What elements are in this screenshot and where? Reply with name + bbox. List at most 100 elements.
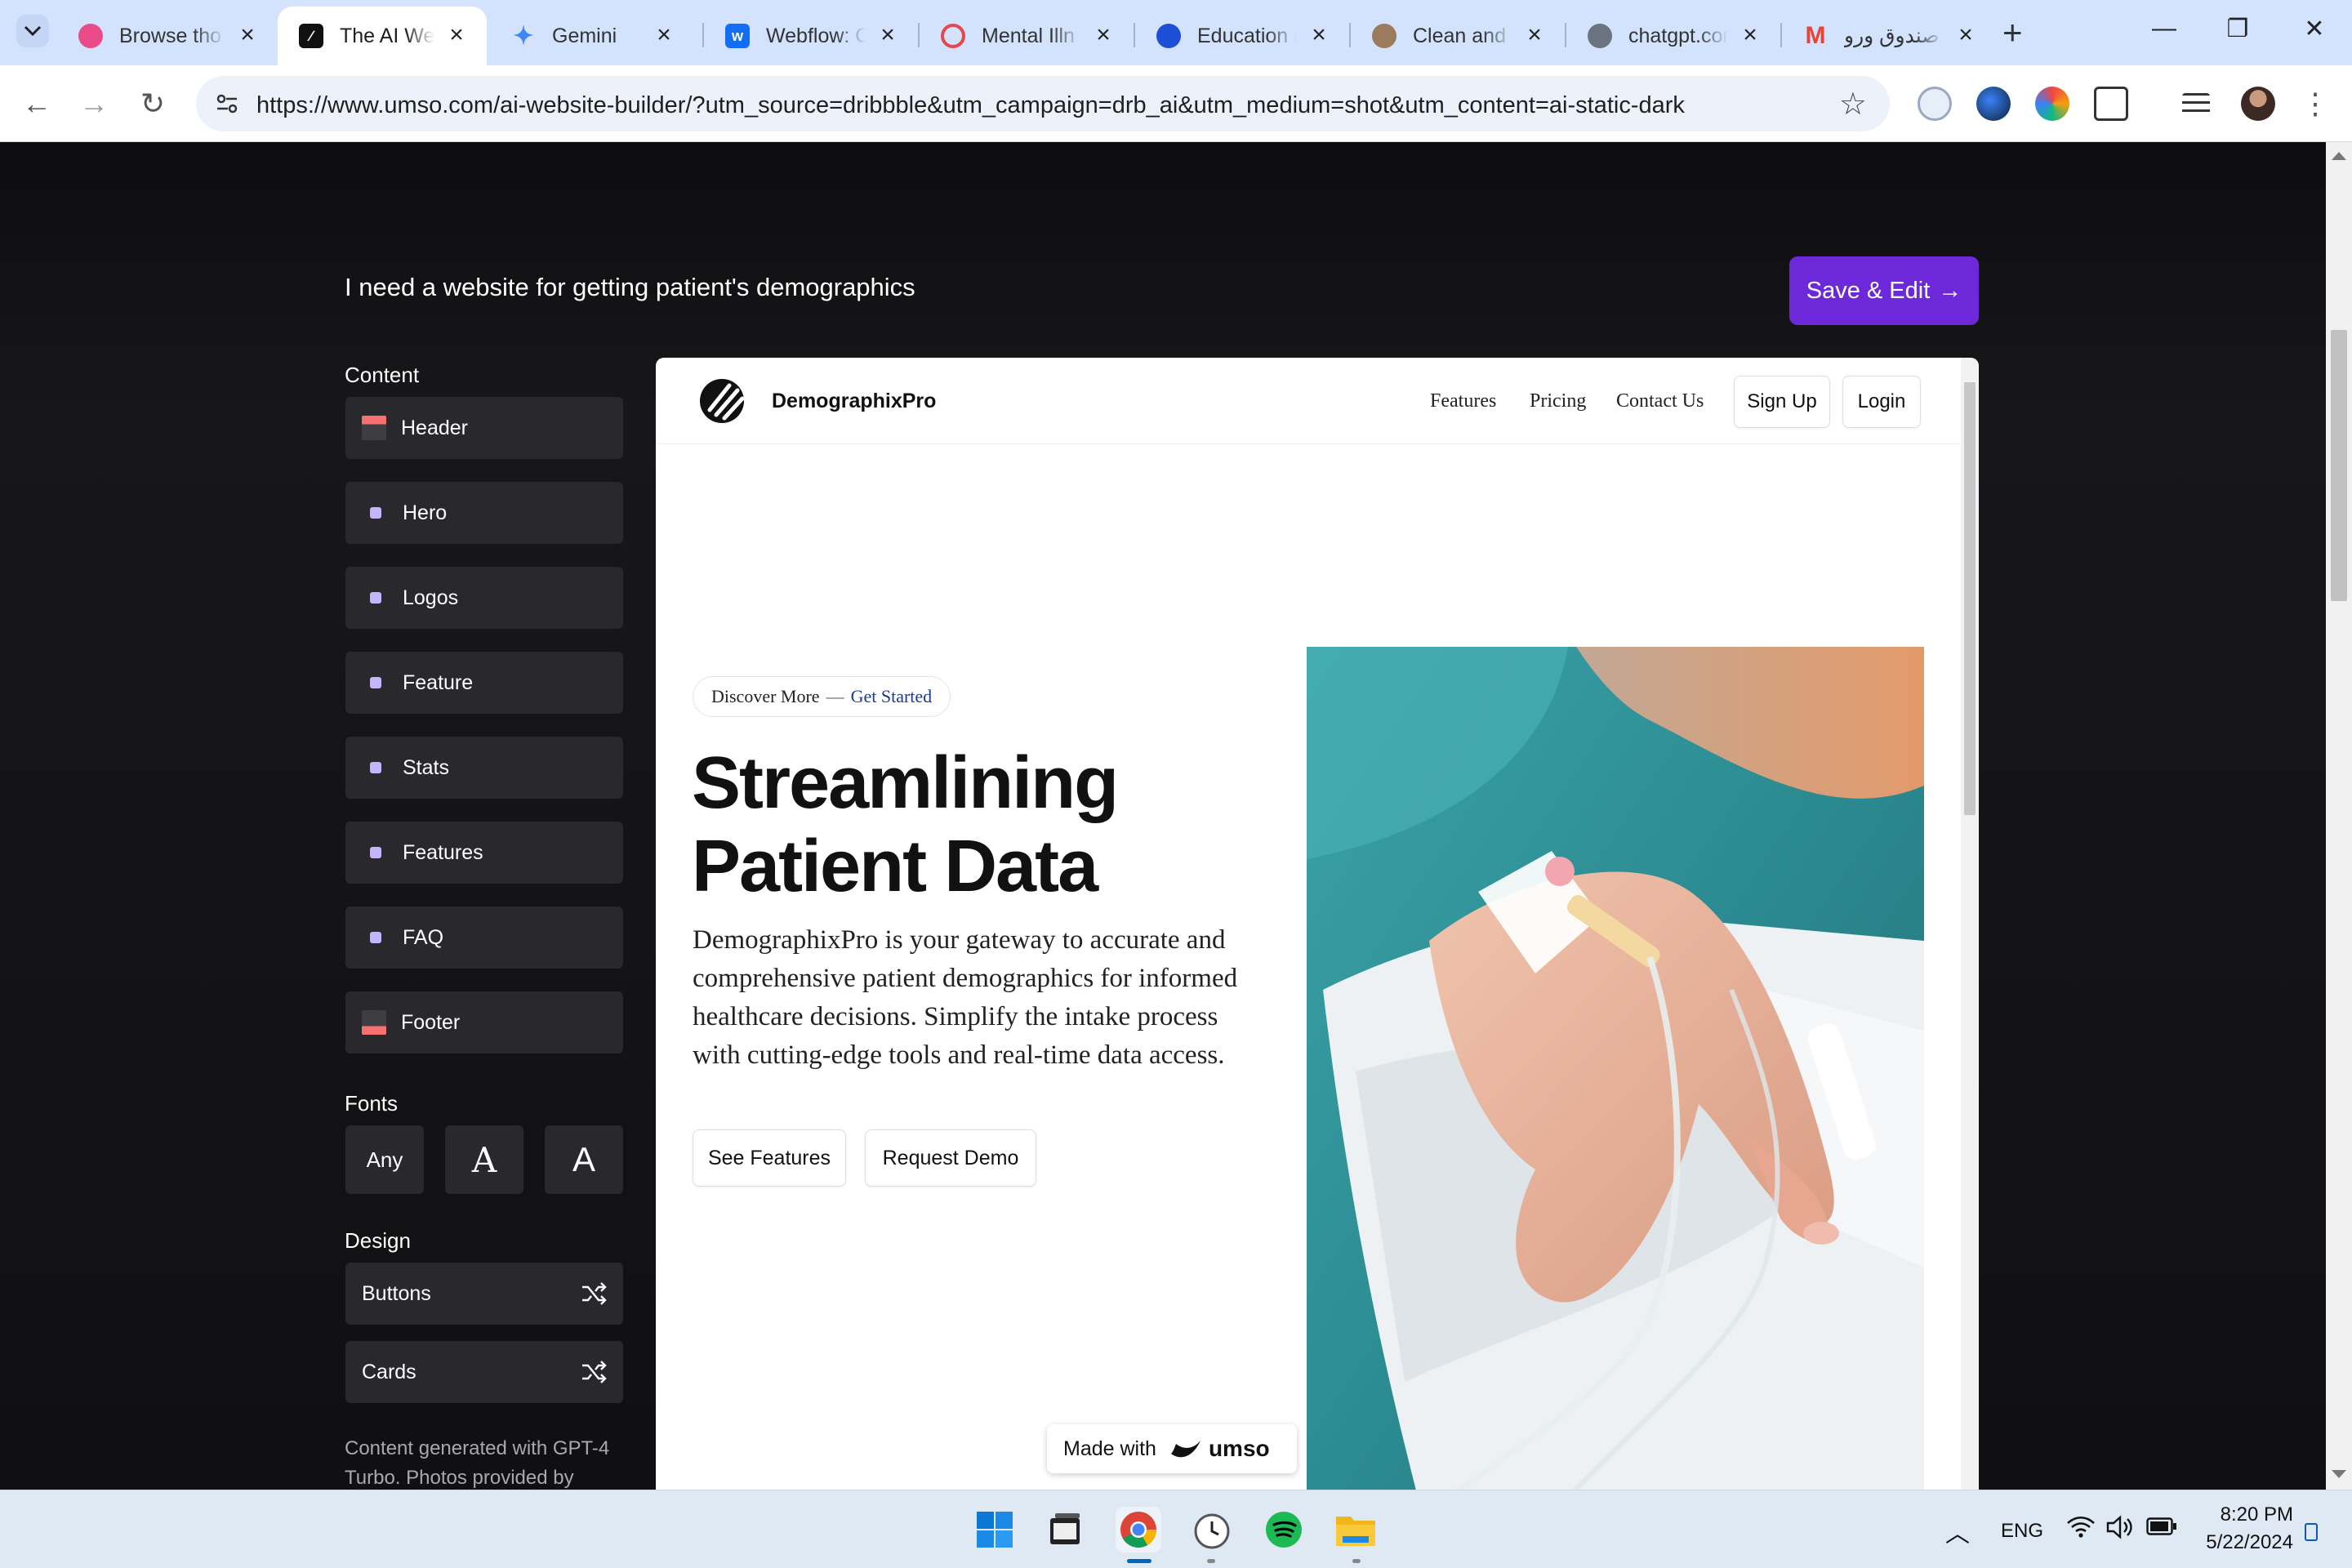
brand-icon <box>1372 24 1396 48</box>
page-scrollbar[interactable] <box>2326 142 2352 1490</box>
preview-scrollbar[interactable] <box>1961 358 1979 1490</box>
made-with-label: Made with <box>1063 1437 1156 1460</box>
font-option-sans[interactable]: A <box>545 1125 623 1194</box>
section-feature[interactable]: Feature <box>345 652 623 714</box>
discover-pill[interactable]: Discover More — Get Started <box>693 676 951 717</box>
preview-scrollbar-thumb[interactable] <box>1964 382 1976 815</box>
show-hidden-icons-chevron[interactable]: ︿ <box>1945 1513 1970 1549</box>
page-scrollbar-thumb[interactable] <box>2331 330 2347 601</box>
webflow-icon: w <box>725 24 750 48</box>
menu-kebab-icon[interactable]: ⋮ <box>2295 83 2336 124</box>
section-dot-icon <box>370 592 381 604</box>
font-option-any[interactable]: Any <box>345 1125 424 1194</box>
task-view-icon[interactable] <box>1042 1507 1088 1552</box>
extension-icon[interactable] <box>1976 87 2011 121</box>
new-tab-button[interactable]: + <box>2002 16 2023 50</box>
request-demo-button[interactable]: Request Demo <box>865 1129 1036 1187</box>
design-buttons-shuffle[interactable]: Buttons <box>345 1263 623 1325</box>
tab-search-button[interactable] <box>16 15 49 47</box>
site-settings-icon[interactable] <box>211 87 243 120</box>
section-stats[interactable]: Stats <box>345 737 623 799</box>
close-icon[interactable]: × <box>235 23 260 48</box>
nav-link-contact[interactable]: Contact Us <box>1616 390 1704 412</box>
nav-link-pricing[interactable]: Pricing <box>1530 390 1586 412</box>
close-icon[interactable]: × <box>875 23 900 48</box>
footer-section-icon <box>362 1010 386 1035</box>
made-with-umso-badge[interactable]: Made with umso <box>1047 1424 1297 1473</box>
tab-mental-illness[interactable]: Mental Illn × <box>920 7 1134 65</box>
umso-brand: umso <box>1169 1436 1270 1462</box>
tab-clean-and[interactable]: Clean and f × <box>1351 7 1565 65</box>
avatar[interactable] <box>2241 87 2275 121</box>
close-icon[interactable]: × <box>1522 23 1547 48</box>
prompt-text: I need a website for getting patient's d… <box>345 273 915 301</box>
tab-dribbble[interactable]: Browse tho × <box>57 7 278 65</box>
extensions-puzzle-icon[interactable] <box>2094 87 2128 121</box>
close-icon[interactable]: × <box>444 23 469 48</box>
clock-app-icon[interactable] <box>1189 1507 1235 1552</box>
close-window-button[interactable]: ✕ <box>2290 15 2339 43</box>
tab-webflow[interactable]: w Webflow: C × <box>704 7 918 65</box>
tab-gmail[interactable]: M صندوق ورو × <box>1782 7 1996 65</box>
section-logos[interactable]: Logos <box>345 567 623 629</box>
save-edit-button[interactable]: Save & Edit → <box>1789 256 1979 325</box>
bookmark-star-icon[interactable]: ☆ <box>1839 86 1867 122</box>
file-explorer-icon[interactable] <box>1333 1507 1379 1552</box>
chrome-icon[interactable] <box>1116 1507 1161 1552</box>
back-button[interactable]: ← <box>16 83 57 124</box>
clock-date[interactable]: 5/22/2024 <box>2195 1531 2293 1554</box>
media-controls-icon[interactable] <box>2182 93 2210 114</box>
tab-title: The AI Web <box>340 24 434 47</box>
tab-gemini[interactable]: ✦ Gemini × <box>490 7 694 65</box>
login-button[interactable]: Login <box>1842 376 1921 428</box>
tab-education[interactable]: Education a × <box>1135 7 1349 65</box>
section-footer[interactable]: Footer <box>345 991 623 1054</box>
pill-link[interactable]: Get Started <box>851 686 933 707</box>
volume-icon[interactable] <box>2105 1515 2133 1545</box>
forward-button[interactable]: → <box>74 83 114 124</box>
spotify-icon[interactable] <box>1261 1507 1307 1552</box>
wifi-icon[interactable] <box>2066 1515 2096 1546</box>
nav-link-features[interactable]: Features <box>1430 390 1496 412</box>
running-indicator <box>1207 1559 1215 1563</box>
tab-title: Browse tho <box>119 24 222 47</box>
chevron-down-icon <box>24 25 42 37</box>
hero-photo <box>1307 647 1924 1490</box>
reload-button[interactable]: ↻ <box>132 83 173 124</box>
signup-button[interactable]: Sign Up <box>1734 376 1830 428</box>
section-features[interactable]: Features <box>345 822 623 884</box>
url-text[interactable]: https://www.umso.com/ai-website-builder/… <box>256 92 1685 119</box>
see-features-button[interactable]: See Features <box>693 1129 846 1187</box>
close-icon[interactable]: × <box>1738 23 1762 48</box>
close-icon[interactable]: × <box>1307 23 1331 48</box>
battery-icon[interactable] <box>2146 1517 2177 1541</box>
save-edit-label: Save & Edit <box>1806 277 1931 304</box>
notification-icon[interactable] <box>2305 1523 2318 1541</box>
section-dot-icon <box>370 847 381 858</box>
font-option-serif[interactable]: A <box>445 1125 523 1194</box>
tab-ai-website-builder[interactable]: ∕ The AI Web × <box>278 7 487 65</box>
clock-time[interactable]: 8:20 PM <box>2220 1503 2293 1526</box>
section-header[interactable]: Header <box>345 397 623 459</box>
tab-chatgpt[interactable]: chatgpt.cor × <box>1566 7 1780 65</box>
section-dot-icon <box>370 762 381 773</box>
shield-extension-icon[interactable] <box>1918 87 1952 121</box>
section-faq[interactable]: FAQ <box>345 906 623 969</box>
section-hero[interactable]: Hero <box>345 482 623 544</box>
scroll-up-arrow-icon[interactable] <box>2332 152 2346 160</box>
scroll-down-arrow-icon[interactable] <box>2332 1470 2346 1478</box>
close-icon[interactable]: × <box>652 23 676 48</box>
close-icon[interactable]: × <box>1091 23 1116 48</box>
tab-title: صندوق ورو <box>1844 24 1940 47</box>
windows-start-icon[interactable] <box>972 1507 1018 1552</box>
address-bar[interactable]: https://www.umso.com/ai-website-builder/… <box>196 76 1890 131</box>
extension-icon[interactable] <box>2035 87 2069 121</box>
minimize-button[interactable]: — <box>2140 15 2189 42</box>
close-icon[interactable]: × <box>1953 23 1978 48</box>
hero-title-line: Patient Data <box>692 826 1098 907</box>
restore-button[interactable]: ❐ <box>2213 15 2262 43</box>
design-cards-shuffle[interactable]: Cards <box>345 1341 623 1403</box>
language-indicator[interactable]: ENG <box>2001 1520 2043 1543</box>
section-label: Logos <box>403 586 459 609</box>
hero-description: DemographixPro is your gateway to accura… <box>693 925 1238 1070</box>
